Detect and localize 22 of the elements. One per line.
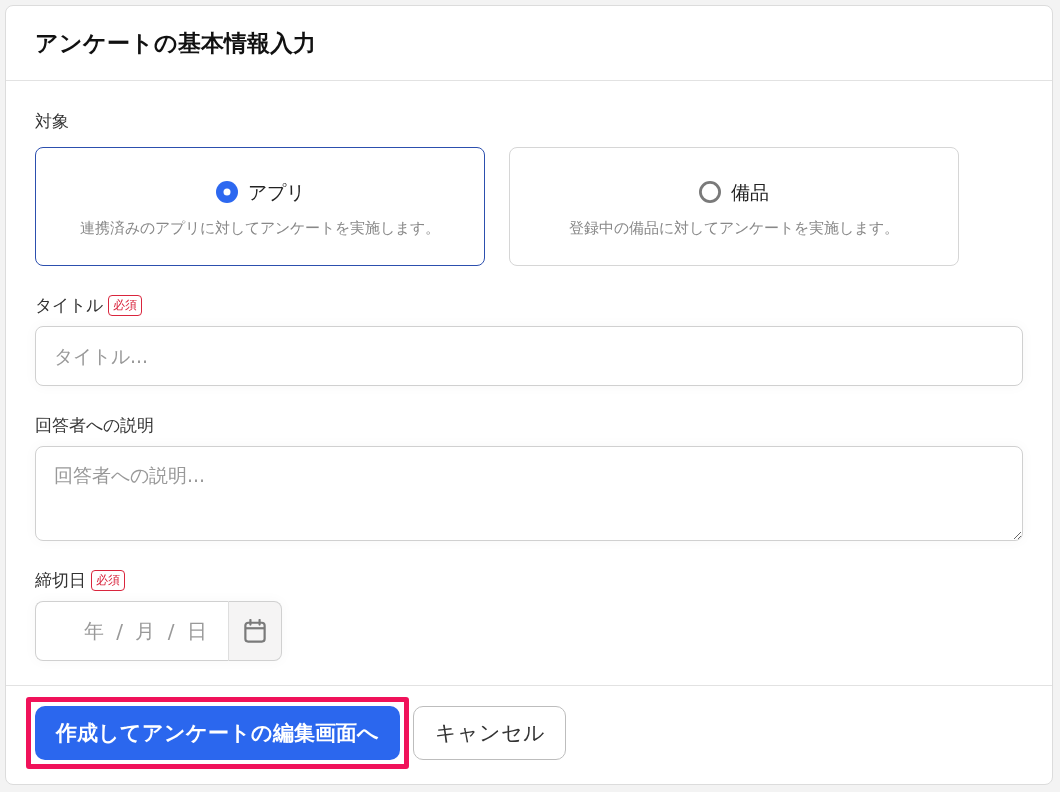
calendar-button[interactable] <box>228 601 282 661</box>
cancel-button[interactable]: キャンセル <box>413 706 566 760</box>
required-badge: 必須 <box>108 294 142 316</box>
option-label: 備品 <box>731 180 769 205</box>
title-input[interactable]: タイトル... <box>35 326 1023 386</box>
radio-icon[interactable] <box>699 181 721 203</box>
field-label: 対象 <box>35 110 69 133</box>
field-label: タイトル <box>35 294 103 317</box>
option-description: 連携済みのアプリに対してアンケートを実施します。 <box>80 219 440 238</box>
create-button[interactable]: 作成してアンケートの編集画面へ <box>35 706 400 760</box>
radio-icon[interactable] <box>215 181 238 203</box>
option-description: 登録中の備品に対してアンケートを実施します。 <box>569 219 899 238</box>
date-field[interactable]: 年 / 月 / 日 <box>35 601 228 661</box>
description-textarea[interactable]: 回答者への説明... <box>35 446 1023 541</box>
option-card[interactable]: 備品 登録中の備品に対してアンケートを実施します。 <box>509 147 959 266</box>
option-label: アプリ <box>247 180 305 205</box>
calendar-icon <box>244 619 266 643</box>
option-card[interactable]: アプリ 連携済みのアプリに対してアンケートを実施します。 <box>35 147 485 266</box>
field-label: 回答者への説明 <box>35 414 154 437</box>
field-label: 締切日 <box>35 569 86 592</box>
required-badge: 必須 <box>91 569 125 591</box>
dialog-title: アンケートの基本情報入力 <box>35 29 316 58</box>
